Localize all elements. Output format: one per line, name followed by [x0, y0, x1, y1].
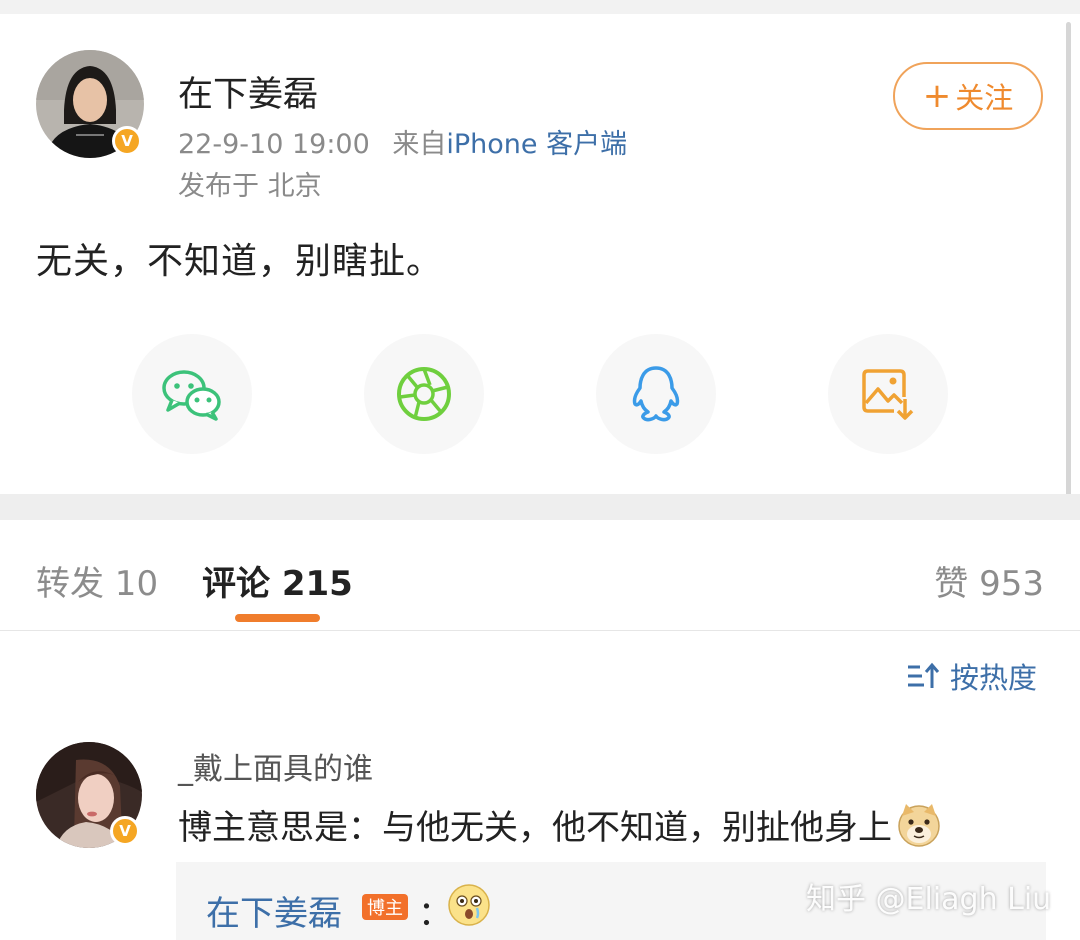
reply-author[interactable]: 在下姜磊	[206, 886, 342, 935]
moments-icon	[397, 367, 451, 421]
post-source[interactable]: iPhone 客户端	[446, 129, 627, 160]
host-badge: 博主	[362, 894, 408, 920]
commenter-name[interactable]: _戴上面具的谁	[178, 744, 373, 788]
poster-avatar[interactable]: V	[36, 50, 144, 158]
tab-likes[interactable]: 赞 953	[934, 556, 1044, 605]
sort-icon	[908, 662, 940, 688]
top-band	[0, 0, 1080, 14]
doge-emoji	[898, 803, 940, 847]
plus-icon: +	[922, 76, 952, 116]
save-image-icon	[862, 369, 914, 420]
post-location: 发布于 北京	[178, 171, 322, 202]
sort-label: 按热度	[950, 661, 1038, 695]
scrollbar[interactable]	[1066, 22, 1071, 514]
active-tab-indicator	[235, 614, 320, 622]
verified-badge: V	[112, 126, 142, 156]
follow-button[interactable]: + 关注	[893, 62, 1043, 130]
sort-button[interactable]: 按热度	[906, 655, 1037, 697]
section-divider	[0, 494, 1080, 520]
share-wechat-button[interactable]	[132, 334, 252, 454]
share-qq-button[interactable]	[596, 334, 716, 454]
tab-comments[interactable]: 评论 215	[202, 556, 353, 605]
follow-label: 关注	[955, 81, 1014, 115]
post-source-prefix: 来自	[392, 129, 447, 160]
wechat-icon	[162, 370, 221, 421]
post-content: 无关，不知道，别瞎扯。	[36, 241, 444, 282]
comment-body: 博主意思是：与他无关，他不知道，别扯他身上	[178, 808, 892, 848]
shocked-emoji	[448, 884, 490, 926]
verified-badge: V	[110, 816, 140, 846]
post-meta: 22-9-10 19:00 来自iPhone 客户端	[178, 122, 627, 161]
watermark: 知乎 @Eliagh Liu	[806, 882, 1052, 917]
qq-icon	[632, 366, 680, 422]
post-timestamp: 22-9-10 19:00	[178, 129, 370, 160]
comment-text: 博主意思是：与他无关，他不知道，别扯他身上	[178, 800, 942, 849]
tab-repost[interactable]: 转发 10	[36, 556, 158, 605]
interaction-tabs: 转发 10 评论 215 赞 953	[0, 520, 1080, 630]
share-moments-button[interactable]	[364, 334, 484, 454]
commenter-avatar[interactable]: V	[36, 742, 142, 848]
poster-name[interactable]: 在下姜磊	[178, 66, 318, 117]
share-save-image-button[interactable]	[828, 334, 948, 454]
tabs-border	[0, 630, 1080, 631]
